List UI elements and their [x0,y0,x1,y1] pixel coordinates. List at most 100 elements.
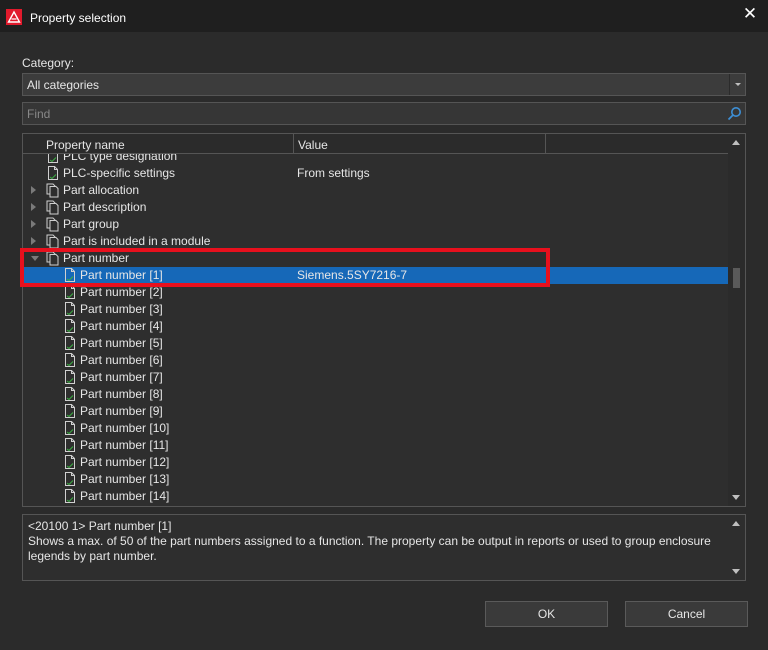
description-text: Shows a max. of 50 of the part numbers a… [28,534,711,563]
title-bar: Property selection ✕ [0,0,768,32]
tree-row[interactable]: PLC-specific settings From settings [23,165,729,182]
document-icon [65,421,75,435]
tree-row[interactable]: Part number [1] Siemens.5SY7216-7 [23,267,729,284]
document-icon [65,370,75,384]
property-name-cell: Part number [12] [80,455,170,469]
tree-row[interactable]: Part description [23,199,729,216]
property-name-cell: Part number [1] [80,268,163,282]
property-name-cell: Part is included in a module [63,234,211,248]
property-name-cell: Part number [13] [80,472,170,486]
tree-row[interactable]: Part number [14] [23,488,729,505]
find-field[interactable]: Find [22,102,746,125]
expand-right-icon[interactable] [31,186,36,194]
column-divider[interactable] [293,134,294,154]
expand-down-icon[interactable] [31,256,39,261]
column-divider[interactable] [545,134,546,154]
tree-row[interactable]: Part number [9] [23,403,729,420]
property-name-cell: Part group [63,217,120,231]
scroll-up-icon[interactable] [732,140,740,145]
description-panel: <20100 1> Part number [1] Shows a max. o… [22,514,746,581]
document-icon [48,166,58,180]
tree-row[interactable]: Part allocation [23,182,729,199]
tree-row[interactable]: Part is included in a module [23,233,729,250]
property-name-cell: Part number [8] [80,387,163,401]
document-stack-icon [46,183,59,198]
expand-right-icon[interactable] [31,203,36,211]
tree-row[interactable]: PLC type designation [23,154,729,165]
property-name-cell: Part number [7] [80,370,163,384]
property-name-cell: Part number [14] [80,489,170,503]
document-stack-icon [46,234,59,249]
window-title: Property selection [30,11,127,25]
find-placeholder: Find [27,107,51,121]
document-stack-icon [46,217,59,232]
property-name-cell: Part number [11] [80,438,169,452]
property-name-cell: Part number [3] [80,302,163,316]
property-name-cell: Part number [5] [80,336,163,350]
document-icon [65,319,75,333]
property-name-cell: PLC type designation [63,154,178,163]
property-name-cell: Part allocation [63,183,140,197]
document-icon [65,285,75,299]
document-stack-icon [46,200,59,215]
document-icon [65,302,75,316]
ok-button[interactable]: OK [485,601,608,627]
document-icon [48,154,58,163]
tree-rows: PLC type designation PLC-specific setting… [23,154,729,506]
property-tree[interactable]: Property name Value PLC type designation… [22,133,746,507]
tree-row[interactable]: Part number [12] [23,454,729,471]
tree-row[interactable]: Part number [6] [23,352,729,369]
document-icon [65,455,75,469]
document-stack-icon [46,251,59,266]
property-name-cell: PLC-specific settings [63,166,176,180]
property-name-cell: Part number [63,251,130,265]
document-icon [65,387,75,401]
chevron-down-icon[interactable] [729,74,745,95]
document-icon [65,268,75,282]
expand-right-icon[interactable] [31,220,36,228]
tree-row[interactable]: Part number [10] [23,420,729,437]
search-icon[interactable] [726,105,743,122]
tree-row[interactable]: Part number [7] [23,369,729,386]
tree-row[interactable]: Part number [13] [23,471,729,488]
column-header-property-name[interactable]: Property name [46,138,125,152]
tree-row[interactable]: Part number [4] [23,318,729,335]
tree-row[interactable]: Part number [8] [23,386,729,403]
document-icon [65,353,75,367]
tree-header: Property name Value [23,134,729,154]
property-name-cell: Part number [9] [80,404,163,418]
description-title: <20100 1> Part number [1] [28,519,172,533]
tree-row[interactable]: Part number [2] [23,284,729,301]
category-label: Category: [22,56,75,70]
tree-row[interactable]: Part number [23,250,729,267]
tree-row[interactable]: Part number [5] [23,335,729,352]
document-icon [65,438,75,452]
property-name-cell: Part number [6] [80,353,163,367]
app-logo-icon [6,9,22,25]
tree-scrollbar[interactable] [728,134,745,506]
property-name-cell: Part number [2] [80,285,163,299]
document-icon [65,336,75,350]
cancel-button[interactable]: Cancel [625,601,748,627]
tree-row[interactable]: Part group [23,216,729,233]
column-header-value[interactable]: Value [298,138,328,152]
category-dropdown[interactable]: All categories [22,73,746,96]
scroll-down-icon[interactable] [732,569,740,574]
category-selected-value: All categories [27,78,100,92]
property-value-cell: Siemens.5SY7216-7 [297,268,408,282]
close-button[interactable]: ✕ [738,2,762,26]
scroll-up-icon[interactable] [732,521,740,526]
document-icon [65,489,75,503]
tree-row[interactable]: Part number [11] [23,437,729,454]
property-name-cell: Part description [63,200,147,214]
tree-row[interactable]: Part number [3] [23,301,729,318]
scroll-thumb[interactable] [733,268,740,288]
expand-right-icon[interactable] [31,237,36,245]
scroll-down-icon[interactable] [732,495,740,500]
property-value-cell: From settings [297,166,370,180]
description-scrollbar[interactable] [728,515,745,580]
property-name-cell: Part number [10] [80,421,170,435]
document-icon [65,472,75,486]
property-name-cell: Part number [4] [80,319,163,333]
document-icon [65,404,75,418]
